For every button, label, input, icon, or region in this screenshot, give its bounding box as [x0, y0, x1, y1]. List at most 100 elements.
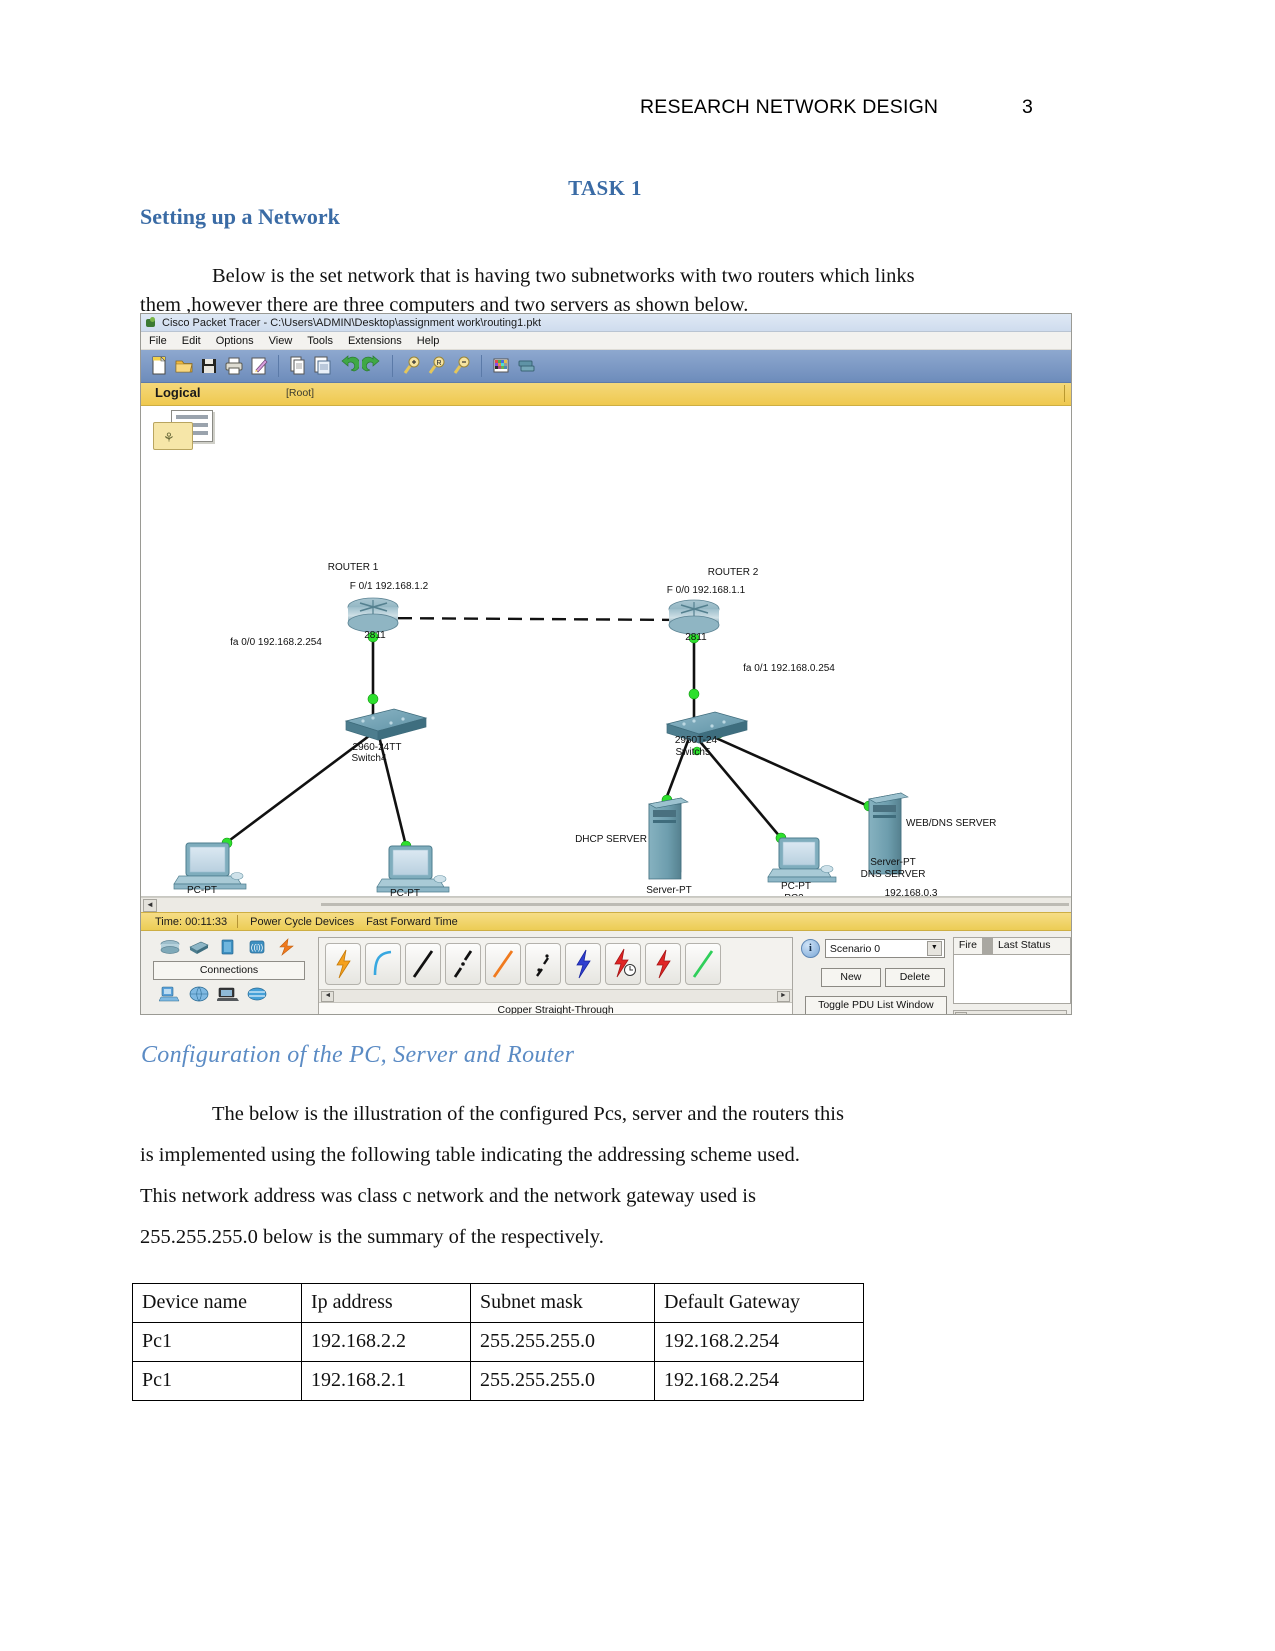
device-pc0: [173, 842, 247, 890]
paste-icon[interactable]: [312, 354, 334, 378]
automatic-connection-icon[interactable]: [325, 943, 362, 985]
device-category-row-1[interactable]: ((i)): [147, 935, 312, 959]
table-row: Pc1 192.168.2.2 255.255.255.0 192.168.2.…: [132, 1322, 864, 1362]
main-toolbar[interactable]: R: [141, 350, 1071, 383]
fast-forward-time-button[interactable]: Fast Forward Time: [354, 916, 458, 928]
chevron-down-icon[interactable]: ▼: [926, 941, 942, 956]
pdu-list-header: Fire Last Status: [952, 937, 1071, 955]
pdu-list-scrollbar[interactable]: ◄: [952, 1010, 1067, 1014]
copy-icon[interactable]: [287, 354, 309, 378]
network-topology-diagram: ROUTER 1 F 0/1 192.168.1.2 2811 fa 0/0 1…: [173, 562, 996, 896]
connections-icon[interactable]: [275, 938, 297, 956]
row1-device-name: Pc1: [132, 1322, 302, 1362]
root-cluster-label: [Root]: [286, 387, 315, 399]
menu-item-view[interactable]: View: [269, 335, 293, 347]
connection-palette-scrollbar[interactable]: ◄ ►: [319, 989, 792, 1002]
header-subnet-mask: Subnet mask: [470, 1283, 655, 1323]
label-dns-ip: 192.168.0.3: [885, 888, 938, 896]
custom-devices-icon[interactable]: [515, 354, 537, 378]
copper-straight-through-icon[interactable]: [405, 943, 442, 985]
palette-scroll-left-icon[interactable]: ◄: [321, 991, 335, 1002]
scenario-selector-row[interactable]: i Scenario 0 ▼: [800, 939, 947, 958]
simulation-status-bar[interactable]: Time: 00:11:33 Power Cycle Devices Fast …: [141, 912, 1071, 931]
toggle-pdu-list-window-button[interactable]: Toggle PDU List Window: [804, 996, 947, 1014]
selected-connection-label: Copper Straight-Through: [319, 1002, 792, 1014]
menu-item-extensions[interactable]: Extensions: [348, 335, 402, 347]
connections-label[interactable]: Connections: [153, 961, 305, 980]
open-folder-icon[interactable]: [173, 354, 195, 378]
menu-item-file[interactable]: File: [149, 335, 167, 347]
zoom-reset-icon[interactable]: R: [426, 354, 448, 378]
pdu-col-last-status: Last Status: [997, 939, 1051, 951]
redo-icon[interactable]: [360, 354, 384, 378]
logical-workspace-canvas[interactable]: ⚘ ROUTER 1 F 0/1 192.168.1.2 2811 fa 0/0…: [141, 406, 1071, 897]
fiber-connection-icon[interactable]: [485, 943, 522, 985]
switches-icon[interactable]: [188, 938, 210, 956]
label-pc2-model: PC-PT: [781, 881, 811, 892]
intro-paragraph: Below is the set network that is having …: [140, 262, 1070, 320]
save-icon[interactable]: [198, 354, 220, 378]
scenario-panel[interactable]: i Scenario 0 ▼ New Delete Toggle PDU Lis…: [800, 939, 947, 1014]
zoom-out-icon[interactable]: [451, 354, 473, 378]
scroll-track[interactable]: [321, 903, 1069, 906]
activity-wizard-icon[interactable]: [248, 354, 270, 378]
svg-text:R: R: [436, 360, 441, 367]
window-title-bar[interactable]: Cisco Packet Tracer - C:\Users\ADMIN\Des…: [141, 314, 1071, 332]
end-devices-icon[interactable]: [158, 985, 181, 1003]
device-and-scenario-panel[interactable]: ((i)) Connections ◄ ► Copper Straight-Th…: [141, 931, 1071, 1014]
power-cycle-devices-button[interactable]: Power Cycle Devices: [238, 916, 354, 928]
menu-item-options[interactable]: Options: [216, 335, 254, 347]
routers-icon[interactable]: [159, 938, 181, 956]
label-router2-fa: fa 0/1 192.168.0.254: [743, 663, 835, 674]
menu-bar[interactable]: File Edit Options View Tools Extensions …: [141, 332, 1071, 350]
multiuser-connection-icon[interactable]: [246, 985, 268, 1003]
config-line-1: The below is the illustration of the con…: [212, 1103, 844, 1125]
palette-scroll-right-icon[interactable]: ►: [776, 991, 790, 1002]
running-head-title: RESEARCH NETWORK DESIGN: [640, 96, 939, 118]
label-dhcp-server: DHCP SERVER: [575, 834, 647, 845]
device-category-row-2[interactable]: [147, 982, 312, 1006]
menu-item-help[interactable]: Help: [417, 335, 440, 347]
new-scenario-button[interactable]: New: [820, 968, 881, 987]
connection-type-palette[interactable]: ◄ ► Copper Straight-Through: [318, 937, 793, 1014]
tab-logical[interactable]: Logical: [155, 385, 201, 400]
print-icon[interactable]: [223, 354, 245, 378]
pdu-scroll-left-icon[interactable]: ◄: [954, 1012, 967, 1014]
label-webdns-server: WEB/DNS SERVER: [906, 818, 996, 829]
pdu-list-panel[interactable]: Fire Last Status ◄: [952, 937, 1071, 1014]
scenario-buttons[interactable]: New Delete: [820, 968, 947, 987]
octal-connection-icon[interactable]: [685, 943, 722, 985]
coaxial-connection-icon[interactable]: [565, 943, 602, 985]
canvas-horizontal-scrollbar[interactable]: ◄: [141, 897, 1071, 912]
pdu-list-body[interactable]: [952, 955, 1071, 1004]
view-tab-strip[interactable]: Logical [Root]: [141, 383, 1071, 406]
menu-item-tools[interactable]: Tools: [307, 335, 333, 347]
zoom-in-icon[interactable]: [401, 354, 423, 378]
serial-dce-icon[interactable]: [605, 943, 642, 985]
device-type-selection-box[interactable]: ((i)) Connections: [141, 931, 312, 1014]
wan-emulation-icon[interactable]: [188, 985, 210, 1003]
label-pc0-model: PC-PT: [187, 885, 217, 896]
custom-made-devices-icon[interactable]: [216, 985, 239, 1003]
label-pc2-name: PC2: [784, 893, 804, 896]
packet-tracer-window[interactable]: Cisco Packet Tracer - C:\Users\ADMIN\Des…: [140, 313, 1072, 1015]
scroll-left-arrow-icon[interactable]: ◄: [143, 899, 157, 912]
palette-icon[interactable]: [490, 354, 512, 378]
window-title-text: Cisco Packet Tracer - C:\Users\ADMIN\Des…: [162, 316, 542, 329]
connection-icon-row[interactable]: [319, 938, 792, 989]
config-line-2: is implemented using the following table…: [140, 1144, 800, 1166]
console-connection-icon[interactable]: [365, 943, 402, 985]
delete-scenario-button[interactable]: Delete: [884, 968, 945, 987]
menu-item-edit[interactable]: Edit: [182, 335, 201, 347]
serial-dte-icon[interactable]: [645, 943, 682, 985]
wireless-devices-icon[interactable]: ((i)): [246, 938, 268, 956]
info-icon[interactable]: i: [800, 939, 820, 958]
scenario-dropdown[interactable]: Scenario 0 ▼: [824, 939, 945, 958]
phone-connection-icon[interactable]: [525, 943, 562, 985]
hubs-icon[interactable]: [217, 938, 239, 956]
label-router1-fa: fa 0/0 192.168.2.254: [230, 637, 322, 648]
undo-icon[interactable]: [337, 354, 361, 378]
copper-crossover-icon[interactable]: [445, 943, 482, 985]
packet-tracer-app-icon: [145, 316, 157, 329]
new-file-icon[interactable]: [148, 354, 170, 378]
